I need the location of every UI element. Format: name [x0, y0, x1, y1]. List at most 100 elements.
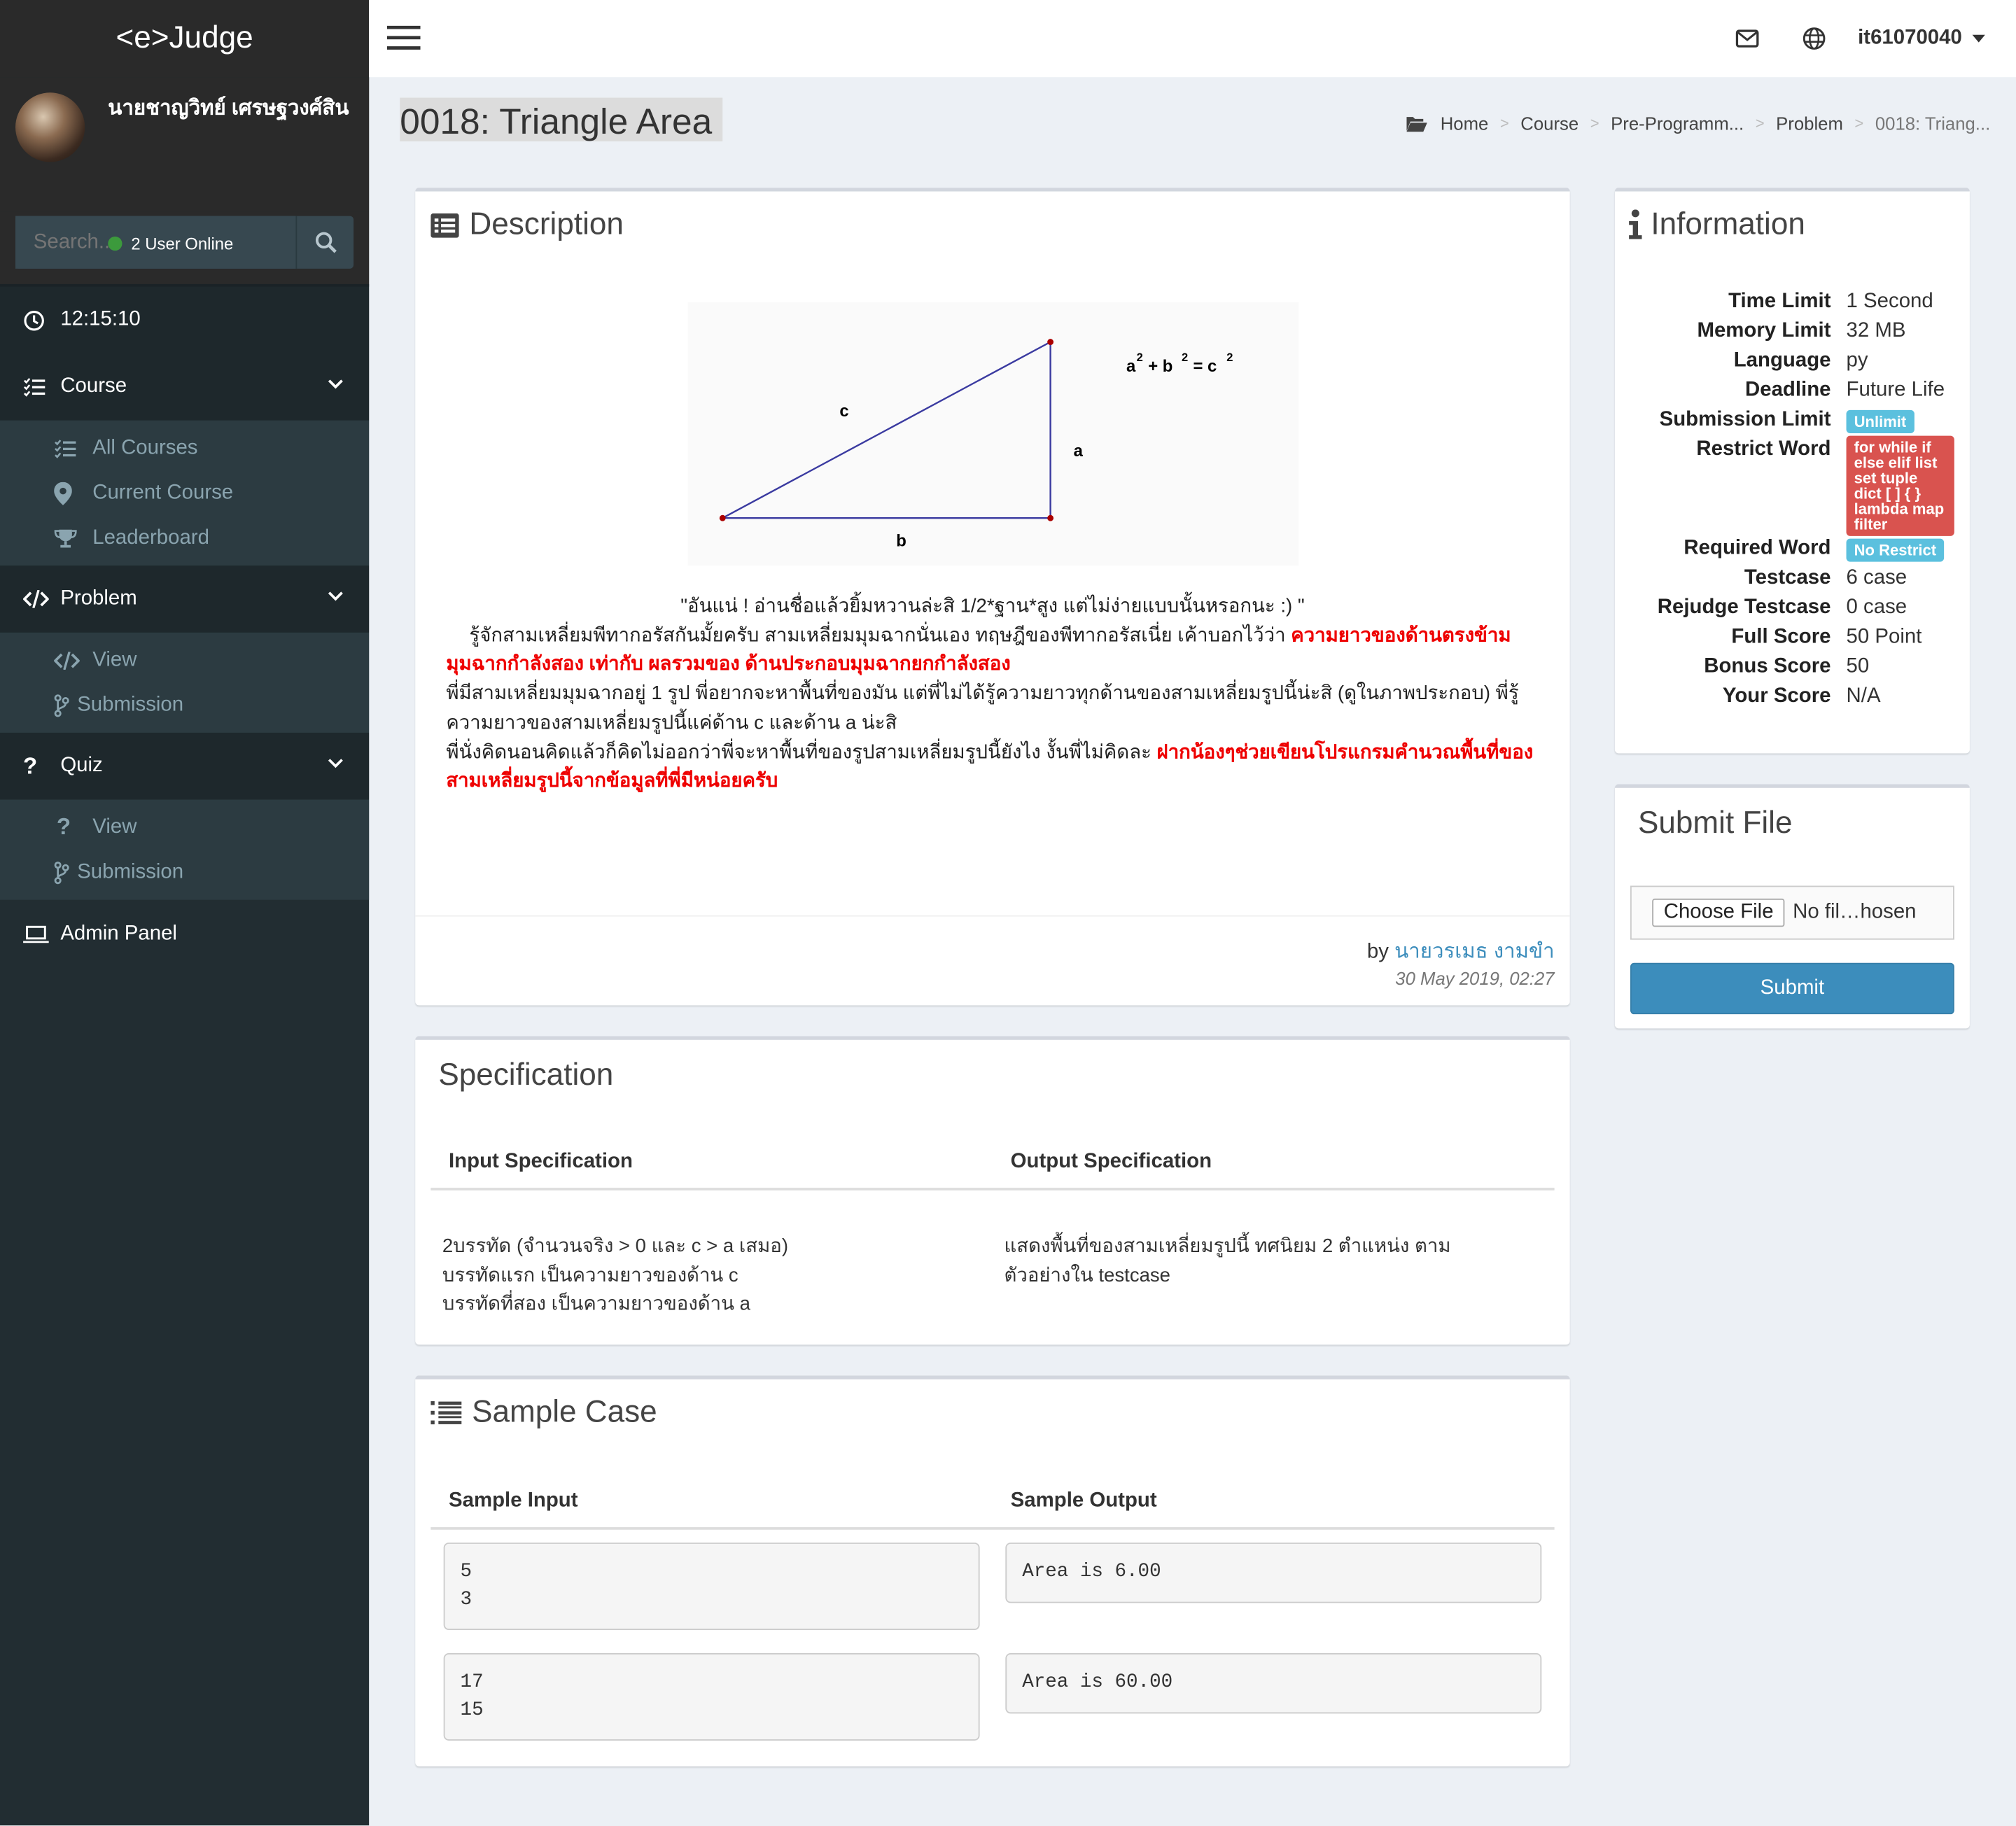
info-row: Full Score 50 Point [1731, 626, 1922, 648]
code-branch-icon [54, 861, 69, 884]
restrict-word-badge: for while if else elif list set tuple di… [1846, 435, 1954, 536]
required-word-badge: No Restrict [1846, 538, 1945, 562]
chevron-down-icon [328, 759, 343, 768]
sidebar-item-problem-view[interactable]: View [0, 638, 369, 682]
code-branch-icon [54, 694, 69, 717]
svg-text:+ b: + b [1148, 357, 1172, 376]
sidebar-item-quiz-view[interactable]: ? View [0, 805, 369, 850]
description-quote: "อันแน่ ! อ่านชื่อแล้วยิ้มหวานล่ะสิ 1/2*… [680, 595, 1305, 617]
user-panel: นายชาญวิทย์ เศรษฐวงศ์สิน 2 User Online [0, 77, 370, 253]
svg-text:a: a [1126, 357, 1136, 376]
admin-label: Admin Panel [60, 922, 177, 946]
info-row: Deadline Future Life [1745, 379, 1945, 402]
breadcrumb-course-name[interactable]: Pre-Programm... [1611, 113, 1744, 134]
hamburger-icon [386, 25, 421, 50]
info-row: Submission Limit Unlimit [1615, 409, 1970, 438]
clock-time: 12:15:10 [60, 308, 141, 331]
sample-output-1[interactable]: Area is 6.00 [1005, 1543, 1542, 1603]
breadcrumb-problem[interactable]: Problem [1776, 113, 1843, 134]
info-row: Your Score N/A [1722, 684, 1881, 708]
svg-text:2: 2 [1137, 351, 1143, 364]
description-box: Description c a b a 2 + b 2 = c 2 "อันแน… [415, 188, 1570, 1006]
sample-input-2[interactable]: 17 15 [443, 1653, 980, 1741]
quiz-submenu: ? View Submission [0, 799, 370, 900]
breadcrumb-home[interactable]: Home [1441, 113, 1489, 134]
input-spec-header: Input Specification [449, 1150, 633, 1173]
sample-input-1[interactable]: 5 3 [443, 1543, 980, 1630]
menu-problem-label: Problem [60, 587, 137, 610]
svg-text:= c: = c [1193, 357, 1217, 376]
sidebar-item-leaderboard[interactable]: Leaderboard [0, 516, 369, 561]
app-logo[interactable]: <e>Judge [0, 0, 370, 78]
specification-heading: Specification [438, 1058, 614, 1093]
sidebar-item-label: View [92, 648, 137, 670]
submit-heading: Submit File [1638, 806, 1793, 841]
map-marker-icon [54, 481, 72, 505]
file-status: No fil…hosen [1793, 901, 1917, 923]
sidebar-item-quiz-submission[interactable]: Submission [0, 850, 369, 894]
svg-text:2: 2 [1182, 351, 1188, 364]
description-paragraph: รู้จักสามเหลี่ยมพีทากอรัสกันมั้ยครับ สาม… [446, 624, 1511, 676]
sidebar-item-all-courses[interactable]: All Courses [0, 426, 369, 470]
sample-case-box: Sample Case Sample Input Sample Output 5… [415, 1375, 1570, 1767]
sidebar-item-admin-panel[interactable]: Admin Panel [0, 900, 369, 969]
author-line: by นายวรเมธ งามขำ [1366, 941, 1555, 963]
question-icon: ? [56, 813, 71, 840]
output-spec-header: Output Specification [1010, 1150, 1212, 1173]
sidebar-item-label: All Courses [92, 436, 198, 458]
search-button[interactable] [295, 216, 354, 269]
sidebar-item-current-course[interactable]: Current Course [0, 470, 369, 515]
envelope-icon [1735, 29, 1759, 48]
sidebar-toggle-button[interactable] [386, 25, 421, 57]
description-heading: Description [469, 206, 624, 242]
code-icon [23, 590, 49, 608]
menu-quiz[interactable]: ? Quiz [0, 732, 370, 800]
info-row: Testcase 6 case [1744, 567, 1907, 589]
info-row: Language py [1733, 349, 1868, 372]
info-icon [1629, 209, 1642, 239]
info-row: Restrict Word for while if else elif list… [1615, 435, 1970, 541]
course-submenu: All Courses Current Course Leaderboard [0, 420, 370, 566]
description-divider [415, 915, 1570, 917]
specification-box: Specification Input Specification Output… [415, 1036, 1570, 1345]
globe-icon [1802, 27, 1826, 50]
file-input[interactable]: Choose File No fil…hosen [1630, 885, 1954, 940]
folder-open-icon [1406, 116, 1428, 132]
sidebar-item-label: Submission [77, 860, 184, 883]
output-spec-text: แสดงพื้นที่ของสามเหลี่ยมรูปนี้ ทศนิยม 2 … [1004, 1235, 1451, 1287]
description-text: "อันแน่ ! อ่านชื่อแล้วยิ้มหวานล่ะสิ 1/2*… [446, 593, 1539, 797]
sidebar-item-label: Leaderboard [92, 526, 209, 549]
clock: 12:15:10 [0, 285, 370, 354]
list-alt-icon [430, 212, 459, 237]
laptop-icon [23, 925, 49, 943]
user-menu[interactable]: it61070040 [1847, 27, 2016, 50]
sidebar-item-label: Current Course [92, 481, 234, 504]
svg-text:2: 2 [1226, 351, 1233, 364]
info-row: Required Word No Restrict [1615, 538, 1970, 567]
label-a: a [1074, 442, 1084, 461]
choose-file-button[interactable]: Choose File [1652, 898, 1786, 927]
triangle-figure: c a b a 2 + b 2 = c 2 [687, 302, 1299, 566]
code-icon [54, 651, 80, 670]
author-link[interactable]: นายวรเมธ งามขำ [1394, 941, 1554, 962]
breadcrumb-separator: > [1755, 114, 1765, 133]
menu-problem[interactable]: Problem [0, 566, 370, 633]
breadcrumb-separator: > [1499, 114, 1509, 133]
search-icon [315, 232, 337, 253]
online-status: 2 User Online [108, 234, 233, 253]
sample-output-2[interactable]: Area is 60.00 [1005, 1653, 1542, 1714]
breadcrumb-course[interactable]: Course [1520, 113, 1578, 134]
submit-file-box: Submit File Choose File No fil…hosen Sub… [1614, 784, 1970, 1029]
language-button[interactable] [1781, 0, 1848, 77]
label-b: b [896, 532, 906, 551]
online-count: 2 User Online [131, 234, 234, 253]
messages-button[interactable] [1714, 0, 1781, 77]
sidebar-item-problem-submission[interactable]: Submission [0, 682, 369, 727]
label-c: c [839, 402, 848, 421]
chevron-down-icon [328, 379, 343, 389]
list-ol-icon [430, 1401, 462, 1425]
submit-button[interactable]: Submit [1630, 962, 1954, 1015]
table-divider [430, 1188, 1555, 1191]
menu-quiz-label: Quiz [60, 754, 103, 777]
menu-course[interactable]: Course [0, 353, 370, 421]
